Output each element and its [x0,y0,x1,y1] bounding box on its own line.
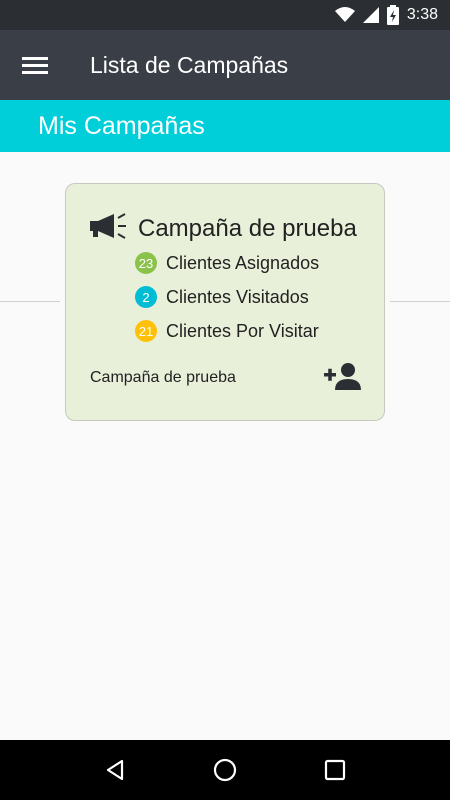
stat-pending: 21 Clientes Por Visitar [135,320,319,342]
campaign-title: Campaña de prueba [138,214,357,242]
pending-count-badge: 21 [135,320,157,342]
signal-icon [362,7,379,23]
visited-label: Clientes Visitados [166,286,309,307]
wifi-icon [334,7,355,23]
back-icon[interactable] [95,750,135,790]
battery-charging-icon [386,5,399,25]
section-title: Mis Campañas [38,111,205,140]
section-header: Mis Campañas [0,100,450,152]
navigation-bar [0,740,450,800]
add-person-icon[interactable] [322,360,362,392]
divider [0,301,60,302]
status-time: 3:38 [406,6,438,23]
visited-count-badge: 2 [135,286,157,308]
assigned-label: Clientes Asignados [166,252,320,273]
card-header: Campaña de prueba [90,212,357,245]
status-bar: 3:38 [0,0,450,30]
home-icon[interactable] [205,750,245,790]
stat-assigned: 23 Clientes Asignados [135,252,319,274]
hamburger-menu-icon[interactable] [0,30,70,100]
megaphone-icon [90,212,128,245]
app-bar: Lista de Campañas [0,30,450,100]
assigned-count-badge: 23 [135,252,157,274]
divider [390,301,450,302]
campaign-description: Campaña de prueba [90,369,236,386]
page-title: Lista de Campañas [90,51,289,78]
recents-icon[interactable] [315,750,355,790]
pending-label: Clientes Por Visitar [166,320,319,341]
stat-visited: 2 Clientes Visitados [135,286,309,308]
campaign-card[interactable]: Campaña de prueba 23 Clientes Asignados … [65,183,385,421]
